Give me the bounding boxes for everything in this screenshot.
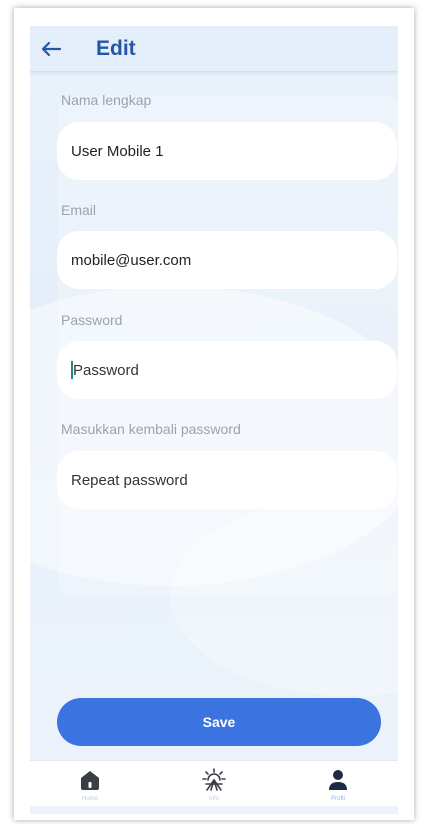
nav-label-home: Home [81,796,98,802]
arrow-left-icon [41,41,61,56]
full-name-input[interactable] [71,142,397,160]
device-frame: Edit Nama lengkap Email Password Masukka… [14,8,414,820]
sunrise-icon [202,768,226,791]
back-button[interactable] [36,34,66,64]
repeat-password-label: Masukkan kembali password [61,421,241,437]
repeat-password-field[interactable] [57,451,397,509]
nav-item-profile[interactable]: Profil [298,761,378,807]
password-field[interactable] [57,341,397,399]
email-label: Email [61,202,97,218]
email-input[interactable] [71,251,397,269]
nav-item-home[interactable]: Home [50,761,130,807]
nav-label-info: Info [208,796,219,802]
home-icon [81,771,99,790]
person-icon [329,770,347,790]
full-name-field[interactable] [57,122,397,180]
nav-item-info[interactable]: Info [174,761,254,807]
app-bar: Edit [30,26,398,72]
email-field[interactable] [57,231,397,289]
repeat-password-input[interactable] [71,471,397,489]
nav-label-profile: Profil [331,796,345,802]
page-title: Edit [96,36,136,60]
full-name-label: Nama lengkap [61,92,152,108]
save-button[interactable]: Save [57,698,381,746]
password-label: Password [61,312,123,328]
bottom-nav: Home Info Profil [30,760,398,806]
password-input[interactable] [72,361,397,379]
